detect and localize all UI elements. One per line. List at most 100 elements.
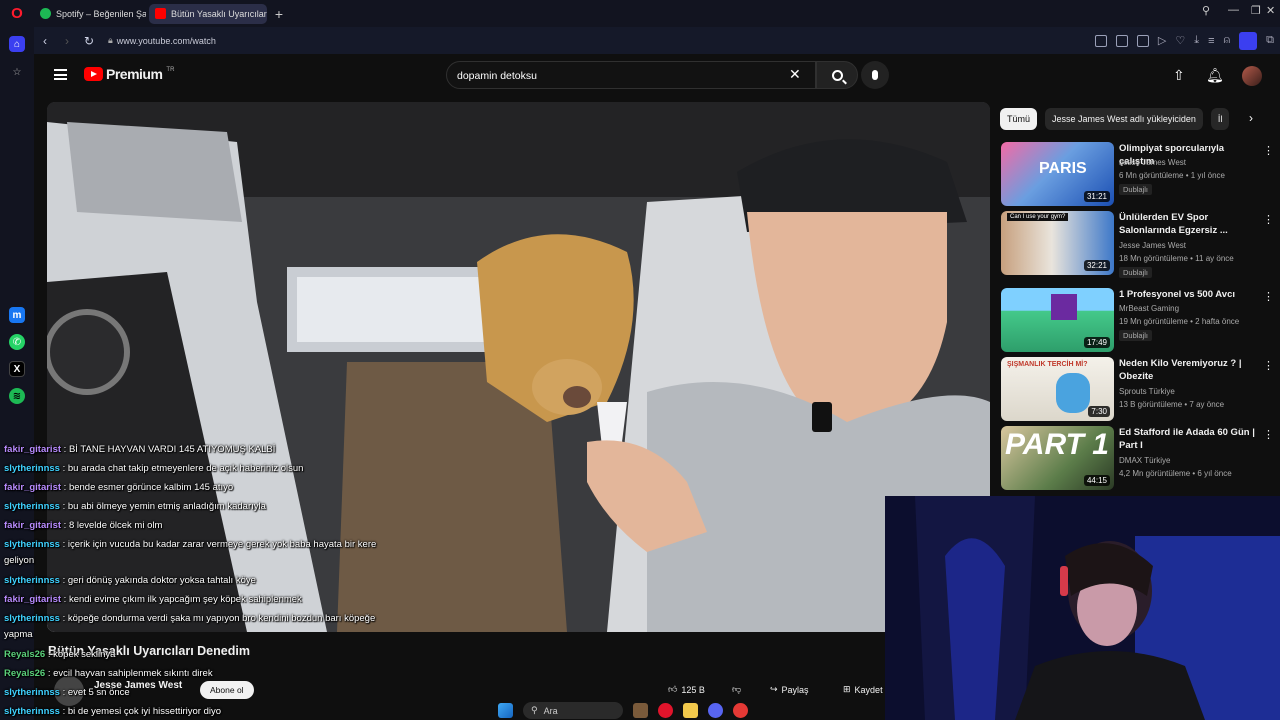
- thumbnail[interactable]: 17:49: [1001, 288, 1114, 352]
- search-input[interactable]: dopamin detoksu: [446, 61, 816, 89]
- x-twitter-icon[interactable]: X: [9, 361, 25, 377]
- menu-hamburger-icon[interactable]: [54, 69, 67, 80]
- recommendation-item[interactable]: PART 1 44:15 Ed Stafford ile Adada 60 Gü…: [1001, 426, 1280, 492]
- wallet-icon[interactable]: ⧉: [1266, 34, 1274, 47]
- search-tabs-icon[interactable]: ⚲: [1202, 4, 1210, 17]
- save-button[interactable]: ⊞ Kaydet: [843, 684, 883, 695]
- chat-message: slytherinnss : köpeğe dondurma verdi şak…: [4, 609, 384, 645]
- filter-chips: Tümü Jesse James West adlı yükleyiciden …: [1000, 108, 1280, 130]
- dislike-button[interactable]: 👎︎: [732, 684, 741, 695]
- chat-message: Reyals26 : evcil hayvan sahiplenmek sıkı…: [4, 664, 384, 683]
- edit-icon[interactable]: [1094, 34, 1107, 47]
- thumbnail[interactable]: Can I use your gym? 32:21: [1001, 211, 1114, 275]
- chat-username: slytherinnss: [4, 613, 60, 624]
- rec-channel[interactable]: Jesse James West: [1119, 241, 1186, 250]
- camera-icon[interactable]: [1115, 34, 1128, 47]
- menu-icon[interactable]: ≡: [1208, 35, 1214, 47]
- rec-title[interactable]: Ünlülerden EV Spor Salonlarında Egzersiz…: [1119, 211, 1261, 237]
- spotify-icon[interactable]: ≋: [9, 388, 25, 404]
- taskbar-search-label: Ara: [543, 705, 558, 716]
- opera-taskbar-icon[interactable]: [658, 703, 673, 718]
- chevron-right-icon[interactable]: ›: [1249, 111, 1253, 125]
- recommendation-item[interactable]: Can I use your gym? 32:21 Ünlülerden EV …: [1001, 211, 1280, 278]
- chat-text: : bu arada chat takip etmeyenlere de açı…: [62, 463, 304, 474]
- taskbar-search[interactable]: ⚲ Ara: [523, 702, 623, 719]
- tab-spotify[interactable]: Spotify – Beğenilen Şarkıla: [34, 4, 146, 24]
- opera-logo-icon[interactable]: O: [0, 0, 34, 27]
- thumbnail-figure: [1056, 373, 1090, 413]
- forward-icon[interactable]: ›: [56, 34, 78, 48]
- thumbnail[interactable]: ŞIŞMANLIK TERCİH Mİ? 7:30: [1001, 357, 1114, 421]
- close-window-button[interactable]: ✕: [1266, 4, 1275, 17]
- reload-icon[interactable]: ↻: [78, 34, 100, 48]
- minimize-button[interactable]: —: [1228, 4, 1239, 16]
- rec-channel[interactable]: MrBeast Gaming: [1119, 304, 1179, 313]
- rec-channel[interactable]: Sprouts Türkiye: [1119, 387, 1175, 396]
- new-tab-button[interactable]: +: [270, 5, 288, 23]
- file-explorer-icon[interactable]: [683, 703, 698, 718]
- home-icon[interactable]: ⌂: [9, 36, 25, 52]
- chat-text: : içerik için vucuda bu kadar zarar verm…: [4, 539, 377, 566]
- rec-title[interactable]: 1 Profesyonel vs 500 Avcı: [1119, 288, 1261, 301]
- thumbnail[interactable]: PART 1 44:15: [1001, 426, 1114, 490]
- app-icon[interactable]: [733, 703, 748, 718]
- windows-start-icon[interactable]: [498, 703, 513, 718]
- duration-badge: 44:15: [1083, 475, 1110, 486]
- clear-search-icon[interactable]: ✕: [789, 66, 801, 83]
- rec-channel[interactable]: DMAX Türkiye: [1119, 456, 1170, 465]
- chat-text: : bu abi ölmeye yemin etmiş anladığım ka…: [62, 501, 266, 512]
- search-button[interactable]: [816, 61, 858, 89]
- widget-icon[interactable]: [633, 703, 648, 718]
- chip-uploader[interactable]: Jesse James West adlı yükleyiciden: [1045, 108, 1203, 130]
- lock-icon: 🔒︎: [108, 35, 113, 45]
- voice-search-button[interactable]: [861, 61, 889, 89]
- vpn-icon[interactable]: [1239, 31, 1258, 50]
- share-button[interactable]: ↪ Paylaş: [770, 684, 809, 695]
- upload-icon[interactable]: ⇧: [1173, 67, 1185, 84]
- microphone-icon: [872, 70, 878, 80]
- url-field[interactable]: www.youtube.com/watch: [117, 36, 216, 46]
- more-options-icon[interactable]: ⋮: [1263, 213, 1274, 226]
- chat-message: Reyals26 : köpek seklinya: [4, 645, 384, 664]
- notifications-bell-icon[interactable]: 🔔︎: [1206, 67, 1224, 84]
- avatar[interactable]: [1242, 66, 1262, 86]
- thumbnail-paris-text: PARIS: [1039, 160, 1087, 177]
- extensions-icon[interactable]: [1136, 34, 1149, 47]
- recommendation-item[interactable]: PARIS 31:21 Olimpiyat sporcularıyla çalı…: [1001, 142, 1280, 208]
- chat-username: slytherinnss: [4, 501, 60, 512]
- heart-icon[interactable]: ♡: [1175, 34, 1185, 47]
- like-button[interactable]: 👍︎ 125 B: [668, 684, 705, 695]
- maximize-button[interactable]: ❐: [1251, 4, 1261, 17]
- more-options-icon[interactable]: ⋮: [1263, 290, 1274, 303]
- chip-related[interactable]: İl: [1210, 108, 1230, 130]
- windows-taskbar: ⚲ Ara: [498, 701, 798, 720]
- rec-title[interactable]: Ed Stafford ile Adada 60 Gün | Part I: [1119, 426, 1261, 452]
- chat-username: fakir_gitarist: [4, 444, 62, 455]
- chip-all[interactable]: Tümü: [1000, 108, 1038, 130]
- rec-channel[interactable]: Jesse James West: [1119, 158, 1186, 167]
- play-icon[interactable]: ▷: [1158, 34, 1166, 47]
- more-options-icon[interactable]: ⋮: [1263, 359, 1274, 372]
- tab-youtube[interactable]: Bütün Yasaklı Uyarıcılar: [149, 3, 267, 24]
- back-icon[interactable]: ‹: [34, 34, 56, 48]
- more-options-icon[interactable]: ⋮: [1263, 144, 1274, 157]
- discord-icon[interactable]: [708, 703, 723, 718]
- recommendation-item[interactable]: ŞIŞMANLIK TERCİH Mİ? 7:30 Neden Kilo Ver…: [1001, 357, 1280, 423]
- thumbnail[interactable]: PARIS 31:21: [1001, 142, 1114, 206]
- youtube-premium-logo[interactable]: Premium TR: [84, 66, 174, 82]
- spotify-favicon-icon: [40, 8, 51, 19]
- recommendation-item[interactable]: 17:49 1 Profesyonel vs 500 Avcı MrBeast …: [1001, 288, 1280, 354]
- bookmarks-icon[interactable]: ☆: [9, 64, 25, 80]
- download-icon[interactable]: ⤓: [1194, 34, 1199, 47]
- chat-username: slytherinnss: [4, 687, 60, 698]
- search-icon: ⚲: [531, 705, 538, 715]
- profile-icon[interactable]: ⍝: [1224, 34, 1231, 47]
- search-icon: [831, 69, 843, 81]
- chat-text: : evcil hayvan sahiplenmek sıkıntı direk: [47, 668, 213, 679]
- chat-message: slytherinnss : geri dönüş yakında doktor…: [4, 571, 384, 590]
- rec-title[interactable]: Neden Kilo Veremiyoruz ? | Obezite: [1119, 357, 1261, 383]
- more-options-icon[interactable]: ⋮: [1263, 428, 1274, 441]
- messenger-icon[interactable]: m: [9, 307, 25, 323]
- dubbed-badge: Dublajlı: [1119, 184, 1153, 195]
- whatsapp-icon[interactable]: ✆: [9, 334, 25, 350]
